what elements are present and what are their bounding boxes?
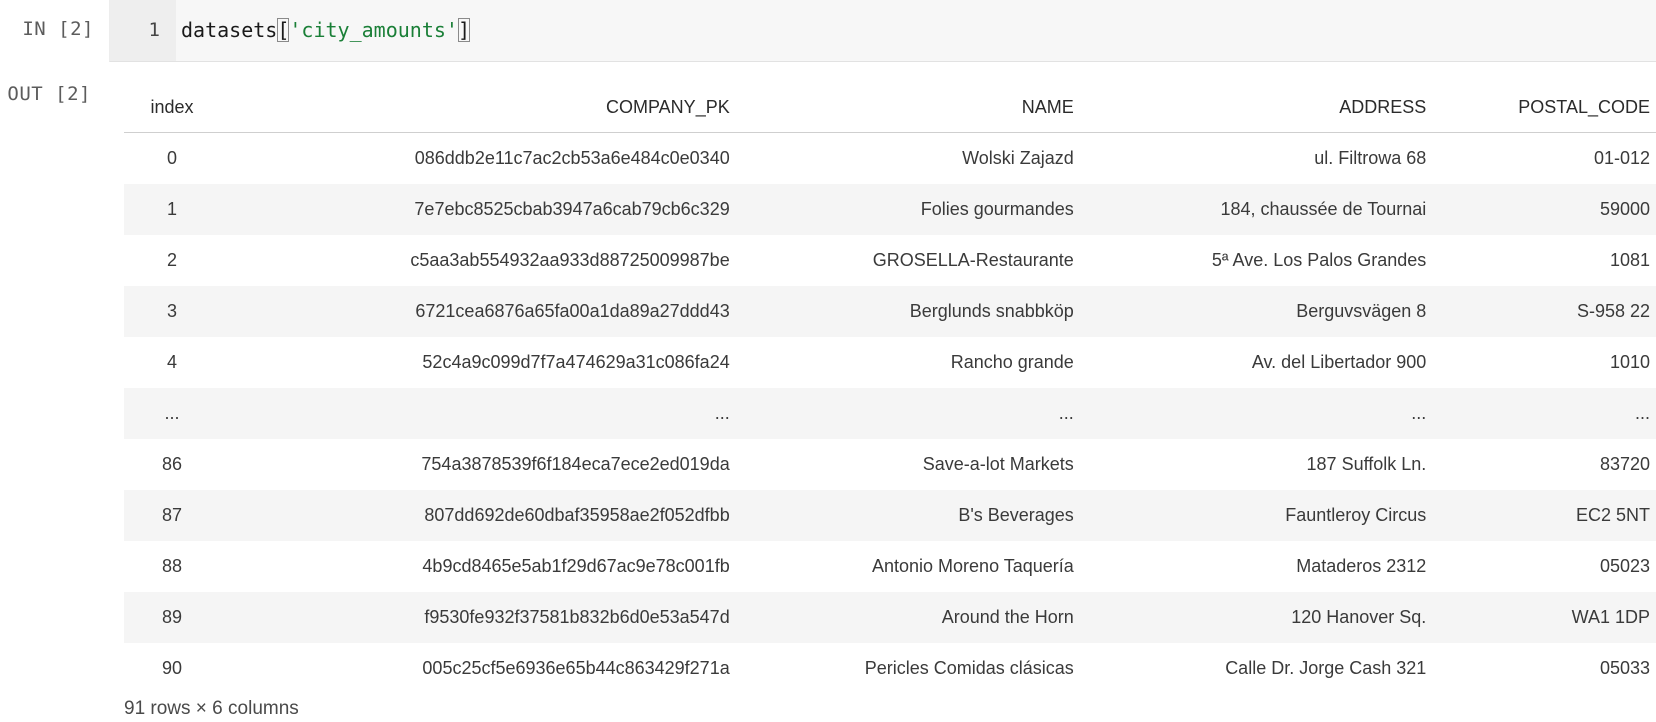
cell-company-pk: 52c4a9c099d7f7a474629a31c086fa24 bbox=[422, 352, 730, 372]
column-header-name: NAME bbox=[735, 82, 1080, 133]
table-row: 0 086ddb2e11c7ac2cb53a6e484c0e0340 Wolski … bbox=[124, 133, 1656, 185]
dataframe-shape: 91 rows × 6 columns bbox=[124, 698, 299, 719]
cell-postal-code: EC2 5NT bbox=[1432, 490, 1656, 541]
cell-postal-code: WA1 1DP bbox=[1432, 592, 1656, 643]
code-cell-input[interactable]: 1 datasets['city_amounts'] bbox=[109, 0, 1656, 62]
cell-postal-code: 1010 bbox=[1609, 352, 1650, 372]
column-header-address: ADDRESS bbox=[1079, 82, 1433, 133]
cell-index: 90 bbox=[161, 658, 183, 678]
table-header-row: index COMPANY_PK NAME ADDRESS POSTAL_COD… bbox=[124, 82, 1656, 133]
table-row: 88 4b9cd8465e5ab1f29d67ac9e78c001fb Antoni… bbox=[124, 541, 1656, 592]
table-row: 86 754a3878539f6f184eca7ece2ed019da Save-a… bbox=[124, 439, 1656, 490]
cell-name: Antonio Moreno Taquería bbox=[872, 556, 1074, 576]
cell-name: ... bbox=[735, 388, 1080, 439]
cell-address: 120 Hanover Sq. bbox=[1079, 592, 1433, 643]
table-row: 2 c5aa3ab554932aa933d88725009987be GROSELL… bbox=[124, 235, 1656, 286]
cell-company-pk: 005c25cf5e6936e65b44c863429f271a bbox=[422, 658, 730, 678]
cell-company-pk: 7e7ebc8525cbab3947a6cab79cb6c329 bbox=[220, 184, 736, 235]
cell-company-pk: 086ddb2e11c7ac2cb53a6e484c0e0340 bbox=[414, 148, 730, 168]
cell-name: Save-a-lot Markets bbox=[922, 454, 1074, 474]
cell-postal-code: ... bbox=[1432, 388, 1656, 439]
dataframe-table: index COMPANY_PK NAME ADDRESS POSTAL_COD… bbox=[124, 82, 1656, 694]
cell-index: 88 bbox=[161, 556, 183, 576]
table-row: 3 6721cea6876a65fa00a1da89a27ddd43 Berglun… bbox=[124, 286, 1656, 337]
cell-address: 184, chaussée de Tournai bbox=[1079, 184, 1433, 235]
cell-name: B's Beverages bbox=[735, 490, 1080, 541]
cell-index: 0 bbox=[166, 148, 177, 168]
cell-postal-code: 1081 bbox=[1609, 250, 1650, 270]
cell-name: Rancho grande bbox=[950, 352, 1074, 372]
cell-address: ul. Filtrowa 68 bbox=[1314, 148, 1427, 168]
cell-address: Av. del Libertador 900 bbox=[1251, 352, 1427, 372]
cell-name: Berglunds snabbköp bbox=[735, 286, 1080, 337]
cell-index: 3 bbox=[124, 286, 220, 337]
code-identifier: datasets bbox=[181, 18, 278, 42]
column-header-index: index bbox=[124, 82, 220, 133]
cell-index: 2 bbox=[166, 250, 177, 270]
cell-address: Calle Dr. Jorge Cash 321 bbox=[1225, 658, 1427, 678]
cell-index: 86 bbox=[161, 454, 183, 474]
cell-company-pk: 6721cea6876a65fa00a1da89a27ddd43 bbox=[220, 286, 736, 337]
code-close-bracket: ] bbox=[457, 18, 470, 42]
cell-company-pk: 807dd692de60dbaf35958ae2f052dfbb bbox=[220, 490, 736, 541]
cell-company-pk: 4b9cd8465e5ab1f29d67ac9e78c001fb bbox=[422, 556, 730, 576]
cell-index: 89 bbox=[124, 592, 220, 643]
cell-postal-code: 05033 bbox=[1599, 658, 1650, 678]
cell-company-pk: ... bbox=[220, 388, 736, 439]
cell-name: Wolski Zajazd bbox=[962, 148, 1074, 168]
cell-name: Around the Horn bbox=[735, 592, 1080, 643]
cell-index: ... bbox=[124, 388, 220, 439]
cell-company-pk: f9530fe932f37581b832b6d0e53a547d bbox=[220, 592, 736, 643]
cell-index: 87 bbox=[124, 490, 220, 541]
line-number: 1 bbox=[148, 19, 160, 41]
cell-postal-code: S-958 22 bbox=[1432, 286, 1656, 337]
cell-postal-code: 05023 bbox=[1599, 556, 1650, 576]
input-prompt: IN [2] bbox=[22, 18, 94, 40]
table-row: 89 f9530fe932f37581b832b6d0e53a547d Around… bbox=[124, 592, 1656, 643]
cell-address: Berguvsvägen 8 bbox=[1079, 286, 1433, 337]
code-line[interactable]: datasets['city_amounts'] bbox=[181, 18, 470, 42]
cell-postal-code: 01-012 bbox=[1593, 148, 1650, 168]
table-row: 90 005c25cf5e6936e65b44c863429f271a Pericl… bbox=[124, 643, 1656, 694]
column-header-postal-code: POSTAL_CODE bbox=[1432, 82, 1656, 133]
cell-index: 4 bbox=[166, 352, 177, 372]
cell-name: Pericles Comidas clásicas bbox=[864, 658, 1074, 678]
output-prompt: OUT [2] bbox=[7, 83, 91, 105]
cell-postal-code: 83720 bbox=[1599, 454, 1650, 474]
table-row: 1 7e7ebc8525cbab3947a6cab79cb6c329 Folies … bbox=[124, 184, 1656, 235]
cell-name: GROSELLA-Restaurante bbox=[872, 250, 1074, 270]
cell-address: ... bbox=[1079, 388, 1433, 439]
cell-address: 5ª Ave. Los Palos Grandes bbox=[1211, 250, 1427, 270]
code-string-literal: 'city_amounts' bbox=[289, 18, 458, 42]
line-number-gutter: 1 bbox=[110, 0, 176, 61]
column-header-company-pk: COMPANY_PK bbox=[220, 82, 736, 133]
cell-company-pk: c5aa3ab554932aa933d88725009987be bbox=[410, 250, 730, 270]
cell-name: Folies gourmandes bbox=[735, 184, 1080, 235]
cell-address: Mataderos 2312 bbox=[1296, 556, 1427, 576]
cell-index: 1 bbox=[124, 184, 220, 235]
table-row: 4 52c4a9c099d7f7a474629a31c086fa24 Rancho … bbox=[124, 337, 1656, 388]
cell-address: Fauntleroy Circus bbox=[1079, 490, 1433, 541]
table-body: 0 086ddb2e11c7ac2cb53a6e484c0e0340 Wolski … bbox=[124, 133, 1656, 695]
code-open-bracket: [ bbox=[277, 18, 290, 42]
cell-postal-code: 59000 bbox=[1432, 184, 1656, 235]
cell-company-pk: 754a3878539f6f184eca7ece2ed019da bbox=[421, 454, 730, 474]
cell-address: 187 Suffolk Ln. bbox=[1306, 454, 1427, 474]
table-row: ............... bbox=[124, 388, 1656, 439]
table-row: 87 807dd692de60dbaf35958ae2f052dfbb B's Be… bbox=[124, 490, 1656, 541]
